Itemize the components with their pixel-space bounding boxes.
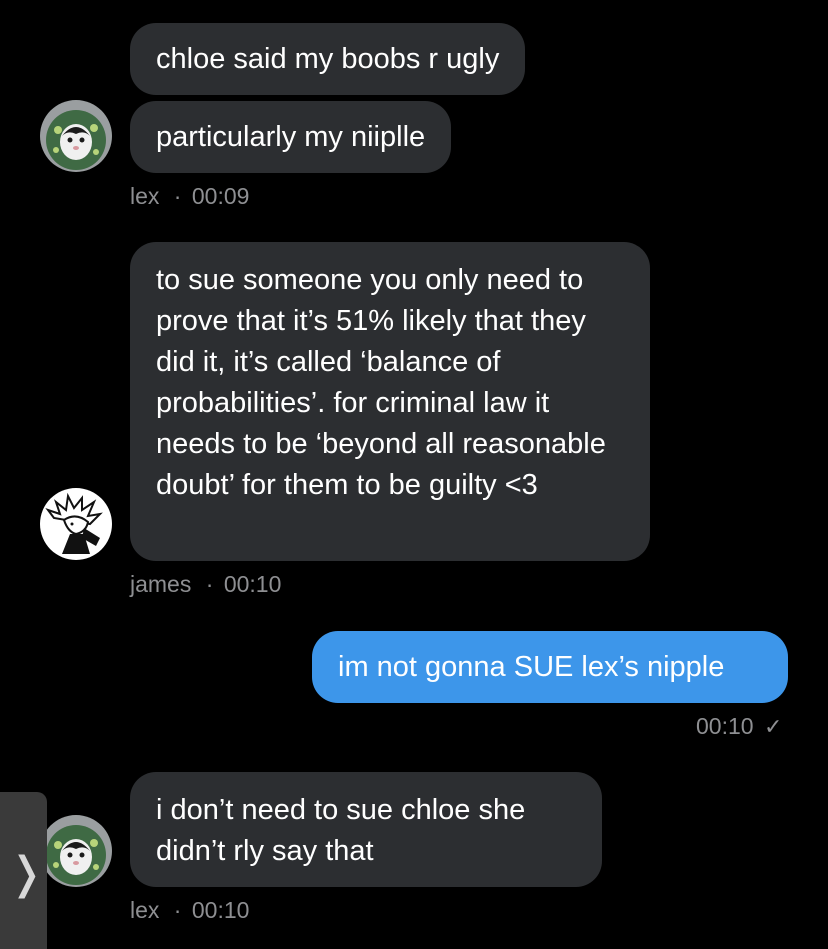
chevron-right-icon: ❭: [8, 848, 45, 899]
message-time: 00:10: [191, 897, 250, 923]
cat-avatar-icon: [40, 815, 112, 887]
sender-name: lex: [130, 183, 160, 209]
message-meta: lex · 00:09: [130, 182, 249, 210]
check-icon: ✓: [763, 714, 783, 739]
avatar-lex[interactable]: [40, 815, 112, 887]
message-bubble-outgoing[interactable]: im not gonna SUE lex’s nipple: [312, 631, 788, 703]
message-time: 00:09: [191, 183, 250, 209]
message-time: 00:10: [223, 571, 282, 597]
sender-name: lex: [130, 897, 160, 923]
message-bubble[interactable]: to sue someone you only need to prove th…: [130, 242, 650, 561]
anime-character-avatar-icon: [40, 488, 112, 560]
meta-separator: ·: [173, 897, 182, 923]
meta-separator: ·: [173, 183, 182, 209]
cat-avatar-icon: [40, 100, 112, 172]
message-meta: james · 00:10: [130, 570, 281, 598]
message-bubble[interactable]: chloe said my boobs r ugly: [130, 23, 526, 95]
message-meta: 00:10 ✓: [696, 712, 782, 741]
message-bubble[interactable]: i don’t need to sue chloe she didn’t rly…: [130, 772, 602, 887]
side-drawer-handle[interactable]: ❭: [0, 792, 47, 949]
avatar-james[interactable]: [40, 488, 112, 560]
meta-separator: ·: [205, 571, 214, 597]
message-meta: lex · 00:10: [130, 896, 249, 924]
message-time: 00:10: [696, 713, 754, 739]
sender-name: james: [130, 571, 192, 597]
avatar-lex[interactable]: [40, 100, 112, 172]
message-bubble[interactable]: particularly my niiplle: [130, 101, 452, 173]
